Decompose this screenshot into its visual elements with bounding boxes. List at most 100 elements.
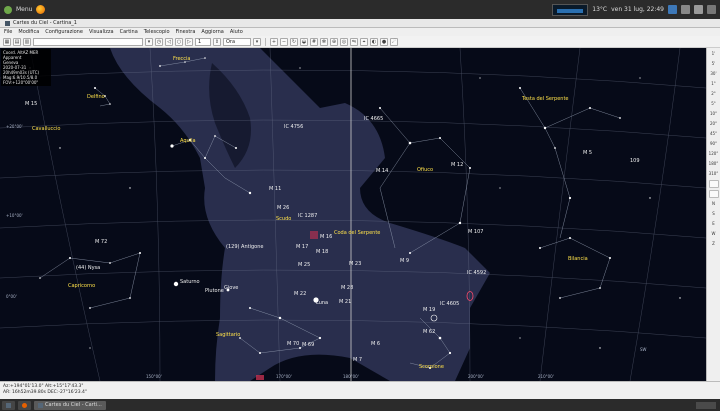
menu-aggiorna[interactable]: Aggiorna bbox=[200, 29, 224, 35]
settings-icon[interactable]: ✻ bbox=[320, 37, 328, 46]
constellation-label[interactable]: Coda del Serpente bbox=[334, 230, 380, 236]
night-mode-icon[interactable]: ◐ bbox=[370, 37, 378, 46]
constellation-label[interactable]: Scorpione bbox=[419, 364, 444, 370]
time-back-icon[interactable]: ◁ bbox=[165, 37, 173, 46]
workspace-switcher[interactable] bbox=[696, 401, 716, 409]
fov-level[interactable]: 310° bbox=[709, 170, 719, 178]
sky-object-label[interactable]: M 18 bbox=[316, 249, 328, 255]
taskbar-cartes-du-ciel[interactable]: Cartes du Ciel - Carti... bbox=[34, 400, 106, 410]
sky-object-label[interactable]: M 14 bbox=[376, 168, 388, 174]
firefox-icon[interactable] bbox=[36, 5, 46, 14]
sky-object-label[interactable]: (129) Antigone bbox=[226, 244, 263, 250]
sky-object-label[interactable]: M 12 bbox=[451, 162, 463, 168]
taskbar-show-desktop[interactable] bbox=[2, 400, 15, 410]
menu-icon[interactable] bbox=[4, 5, 12, 14]
target-icon[interactable]: ⊕ bbox=[330, 37, 338, 46]
sky-object-label[interactable]: M 62 bbox=[423, 329, 435, 335]
sky-object-label[interactable]: M 70 bbox=[287, 341, 299, 347]
weather-temperature[interactable]: 13°C bbox=[592, 6, 607, 13]
constellation-label[interactable]: Capricorno bbox=[68, 283, 95, 289]
tray-power-icon[interactable] bbox=[707, 5, 716, 14]
sky-map-canvas[interactable] bbox=[0, 48, 706, 381]
planet-icon[interactable]: ● bbox=[380, 37, 388, 46]
constellation-label[interactable]: Sagittario bbox=[216, 332, 240, 338]
zenith-view-icon[interactable] bbox=[708, 190, 719, 198]
sky-object-label[interactable]: M 21 bbox=[339, 299, 351, 305]
sky-object-label[interactable]: M 23 bbox=[349, 261, 361, 267]
step-spinner-icon[interactable]: ⇕ bbox=[213, 37, 221, 46]
rotate-icon[interactable]: ↻ bbox=[290, 37, 298, 46]
tray-network-icon[interactable] bbox=[681, 5, 690, 14]
menu-label[interactable]: Menu bbox=[16, 6, 32, 13]
menu-configurazione[interactable]: Configurazione bbox=[44, 29, 84, 35]
sky-object-label[interactable]: IC 4592 bbox=[467, 270, 486, 276]
sky-object-label[interactable]: IC 4756 bbox=[284, 124, 303, 130]
sky-object-label[interactable]: M 16 bbox=[320, 234, 332, 240]
sky-object-label[interactable]: M 25 bbox=[298, 262, 310, 268]
sky-object-label[interactable]: Saturno bbox=[180, 279, 200, 285]
direction-east[interactable]: E bbox=[712, 220, 715, 228]
menu-file[interactable]: File bbox=[3, 29, 13, 35]
sky-object-label[interactable]: M 5 bbox=[583, 150, 592, 156]
sky-object-label[interactable]: M 72 bbox=[95, 239, 107, 245]
eyepiece-view-icon[interactable] bbox=[708, 180, 719, 188]
sky-object-label[interactable]: Plutone bbox=[205, 288, 224, 294]
sky-object-label[interactable]: M 22 bbox=[294, 291, 306, 297]
constellation-label[interactable]: Ofiuco bbox=[417, 167, 433, 173]
clock-icon[interactable]: ◷ bbox=[155, 37, 163, 46]
time-forward-icon[interactable]: ▷ bbox=[185, 37, 193, 46]
sky-object-label[interactable]: M 17 bbox=[296, 244, 308, 250]
menu-cartina[interactable]: Cartina bbox=[119, 29, 139, 35]
unit-dropdown-icon[interactable]: ▾ bbox=[253, 37, 261, 46]
direction-zenith[interactable]: Z bbox=[712, 240, 715, 248]
flip-icon[interactable]: ⇋ bbox=[350, 37, 358, 46]
constellation-label[interactable]: Bilancia bbox=[568, 256, 588, 262]
new-chart-icon[interactable]: ▦ bbox=[3, 37, 11, 46]
fov-level[interactable]: 5' bbox=[712, 60, 716, 68]
sky-object-label[interactable]: IC 1287 bbox=[298, 213, 317, 219]
fov-level[interactable]: 5° bbox=[711, 100, 716, 108]
time-unit-select[interactable]: Ora bbox=[223, 37, 251, 46]
save-icon[interactable]: ▤ bbox=[13, 37, 21, 46]
sky-object-label[interactable]: 109 bbox=[630, 158, 640, 164]
fov-level[interactable]: 45° bbox=[710, 130, 717, 138]
sky-object-label[interactable]: M 28 bbox=[341, 285, 353, 291]
sky-object-label[interactable]: M 107 bbox=[468, 229, 483, 235]
comet-icon[interactable]: ☄ bbox=[390, 37, 398, 46]
telescope-icon[interactable]: ⌖ bbox=[360, 37, 368, 46]
direction-west[interactable]: W bbox=[712, 230, 716, 238]
fov-level[interactable]: 30' bbox=[710, 70, 716, 78]
time-step-field[interactable]: 1 bbox=[195, 37, 211, 46]
direction-south[interactable]: S bbox=[712, 210, 715, 218]
constellation-label[interactable]: Delfino bbox=[87, 94, 105, 100]
fov-level[interactable]: 20° bbox=[710, 120, 717, 128]
sky-object-label[interactable]: M 26 bbox=[277, 205, 289, 211]
menu-visualizza[interactable]: Visualizza bbox=[88, 29, 115, 35]
search-dropdown-icon[interactable]: ▾ bbox=[145, 37, 153, 46]
sky-object-label[interactable]: IC 4605 bbox=[440, 301, 459, 307]
tray-icon[interactable] bbox=[668, 5, 677, 14]
fov-level[interactable]: 120° bbox=[709, 150, 719, 158]
sky-object-label[interactable]: M 6 bbox=[371, 341, 380, 347]
fov-level[interactable]: 180° bbox=[709, 160, 719, 168]
sky-map[interactable]: Coord. AltAZ MER Apparent Geneva 2020-07… bbox=[0, 48, 706, 381]
fov-level[interactable]: 2° bbox=[711, 90, 716, 98]
print-icon[interactable]: ▥ bbox=[23, 37, 31, 46]
zoom-in-icon[interactable]: + bbox=[270, 37, 278, 46]
direction-north[interactable]: N bbox=[712, 200, 715, 208]
constellation-label[interactable]: Freccia bbox=[173, 56, 191, 62]
sky-object-label[interactable]: (44) Nysa bbox=[76, 265, 100, 271]
sky-object-label[interactable]: M 69 bbox=[302, 342, 314, 348]
constellation-label[interactable]: Scudo bbox=[276, 216, 291, 222]
tray-volume-icon[interactable] bbox=[694, 5, 703, 14]
menu-finestra[interactable]: Finestra bbox=[175, 29, 197, 35]
menu-modifica[interactable]: Modifica bbox=[17, 29, 40, 35]
clock[interactable]: ven 31 lug, 22:49 bbox=[611, 6, 664, 13]
constellation-label[interactable]: Testa del Serpente bbox=[522, 96, 569, 102]
search-input[interactable] bbox=[33, 37, 143, 46]
menu-aiuto[interactable]: Aiuto bbox=[229, 29, 244, 35]
sky-object-label[interactable]: M 11 bbox=[269, 186, 281, 192]
constellation-label[interactable]: Cavalluccio bbox=[32, 126, 60, 132]
sky-object-label[interactable]: IC 4665 bbox=[364, 116, 383, 122]
sky-object-label[interactable]: Luna bbox=[316, 300, 328, 306]
